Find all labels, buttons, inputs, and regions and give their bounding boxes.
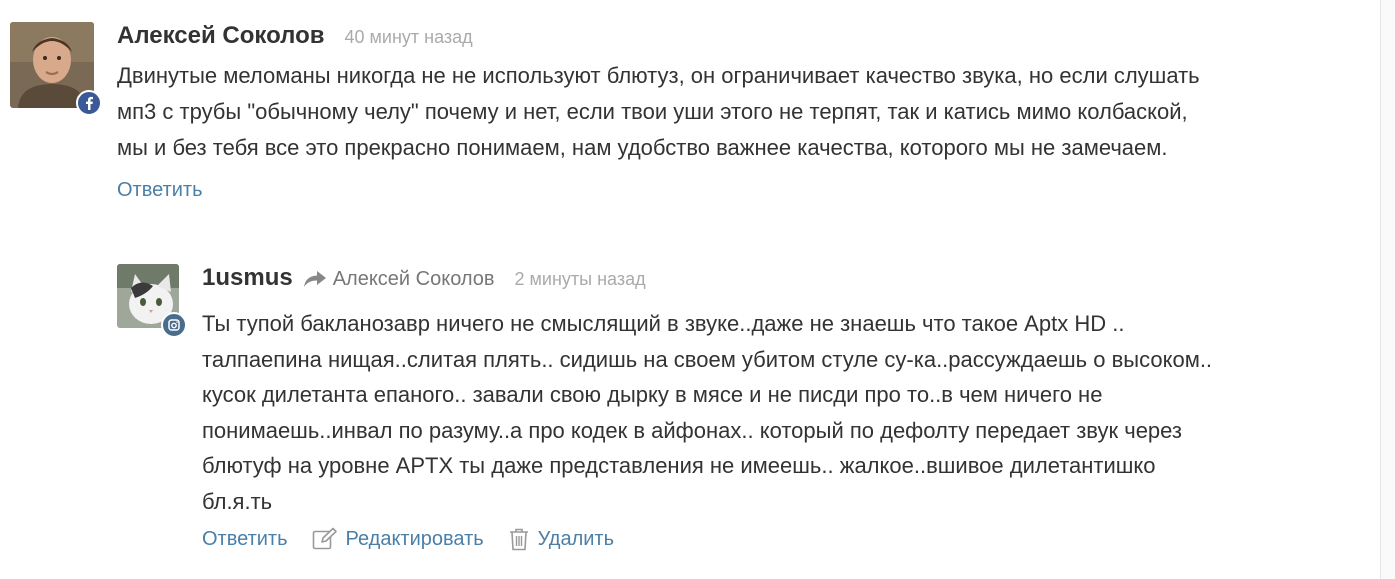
reply-to-author[interactable]: Алексей Соколов <box>333 268 495 291</box>
comment-meta: 1usmus Алексей Соколов 2 минуты назад <box>202 264 1362 298</box>
scrollbar-track[interactable] <box>1380 0 1395 579</box>
reply-button[interactable]: Ответить <box>202 528 288 551</box>
comment-body: 1usmus Алексей Соколов 2 минуты назад Ты… <box>202 264 1362 557</box>
author-name[interactable]: 1usmus <box>202 264 293 292</box>
reply-label: Ответить <box>117 178 203 201</box>
reply-arrow-icon <box>303 270 327 288</box>
comment-meta: Алексей Соколов 40 минут назад <box>117 22 1367 56</box>
timestamp[interactable]: 40 минут назад <box>345 27 473 48</box>
edit-label: Редактировать <box>345 527 484 550</box>
comment-text: Ты тупой бакланозавр ничего не смыслящий… <box>202 311 1213 514</box>
comment-actions: Ответить Редактировать Удалить <box>202 521 1362 557</box>
avatar-container <box>117 264 187 338</box>
comment-body: Алексей Соколов 40 минут назад Двинутые … <box>117 22 1367 208</box>
delete-label: Удалить <box>537 527 615 550</box>
facebook-icon <box>76 90 102 116</box>
avatar-container <box>10 22 102 116</box>
comment-actions: Ответить <box>117 172 1367 208</box>
reply-button[interactable]: Ответить <box>117 179 203 202</box>
trash-icon <box>508 527 530 551</box>
reply-label: Ответить <box>202 527 288 550</box>
author-name[interactable]: Алексей Соколов <box>117 22 325 50</box>
edit-icon <box>312 527 338 551</box>
edit-button[interactable]: Редактировать <box>312 527 484 551</box>
comment-text: Двинутые меломаны никогда не не использу… <box>117 63 1200 160</box>
timestamp[interactable]: 2 минуты назад <box>515 269 646 290</box>
comments-page: Алексей Соколов 40 минут назад Двинутые … <box>0 0 1395 579</box>
camera-icon <box>161 312 187 338</box>
delete-button[interactable]: Удалить <box>508 527 614 551</box>
